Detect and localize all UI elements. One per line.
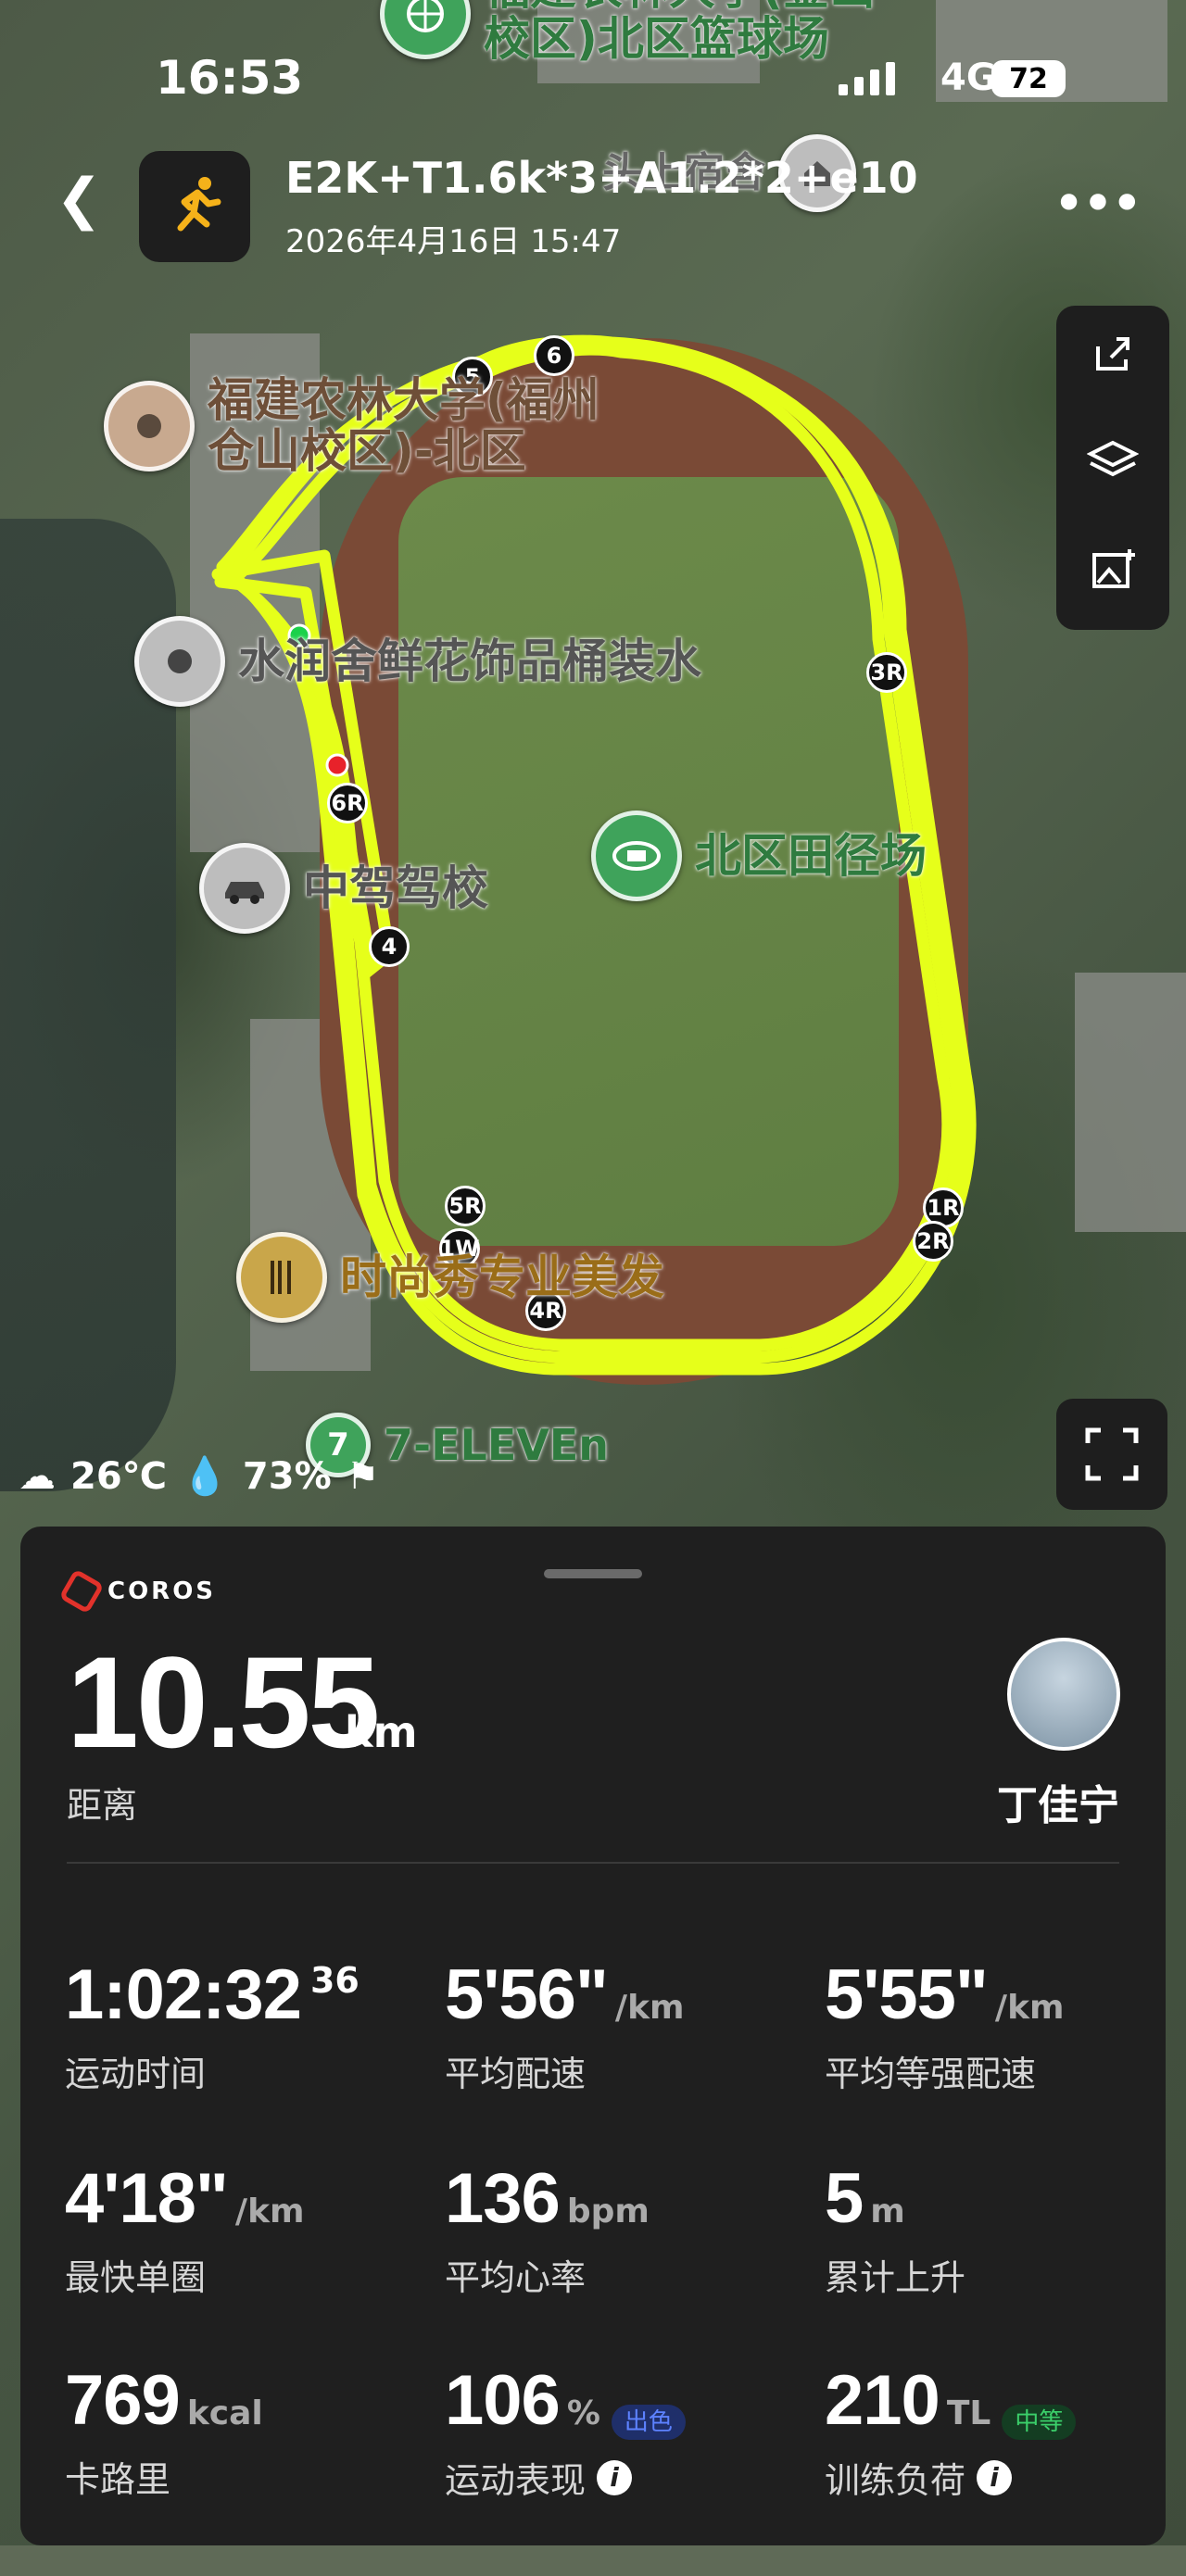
coros-logo-icon xyxy=(58,1568,105,1615)
distance-value: 10.55 xyxy=(67,1629,380,1775)
activity-header: ❮ E2K+T1.6k*3+A1.2*2+e10 2026年4月16日 15:4… xyxy=(0,144,1186,264)
avatar[interactable] xyxy=(1007,1638,1120,1751)
stat-label: 平均心率 xyxy=(445,2257,587,2298)
stat-value: 210 xyxy=(825,2361,940,2440)
poi-campus-north[interactable]: 福建农林大学(福州 仓山校区)-北区 xyxy=(104,375,599,477)
stat-label: 累计上升 xyxy=(825,2257,966,2298)
poi-water-store[interactable]: 水润舍鲜花饰品桶装水 xyxy=(134,616,701,707)
running-icon xyxy=(139,151,250,262)
stat-value: 106 xyxy=(445,2361,561,2440)
stat-label: 平均配速 xyxy=(445,2054,587,2094)
stat-fastest-lap: 4'18"/km 最快单圈 xyxy=(65,2164,305,2300)
map-peek xyxy=(0,2545,1186,2576)
add-photo-icon[interactable] xyxy=(1056,546,1169,606)
poi-hair-salon[interactable]: 时尚秀专业美发 xyxy=(236,1232,664,1323)
activity-summary-panel: COROS 10.55 km 距离 丁佳宁 1:02:32 36 运动时间 5'5… xyxy=(20,1527,1166,2545)
stat-avg-heart-rate: 136 bpm 平均心率 xyxy=(445,2164,650,2300)
poi-driving-school[interactable]: 中驾驾校 xyxy=(199,843,488,934)
stat-unit: % xyxy=(566,2394,600,2432)
stat-label: 运动表现 xyxy=(445,2460,587,2501)
info-icon[interactable]: i xyxy=(977,2459,1013,2495)
stat-elevation-gain: 5m 累计上升 xyxy=(825,2164,965,2300)
stat-value: 769 xyxy=(65,2361,181,2440)
stat-avg-grade-pace: 5'55"/km 平均等强配速 xyxy=(825,1960,1065,2096)
location-icon xyxy=(134,616,225,707)
temperature: 26℃ xyxy=(70,1454,168,1498)
battery-indicator: 72 xyxy=(991,60,1066,97)
poi-label: 7-ELEVEn xyxy=(384,1419,610,1470)
stat-value: 4'18" xyxy=(65,2159,229,2238)
share-icon[interactable] xyxy=(1056,330,1169,390)
stat-unit: m xyxy=(870,2193,905,2230)
stat-unit: /km xyxy=(614,1989,685,2027)
lap-marker[interactable]: 6 xyxy=(534,335,574,376)
network-type: 4G xyxy=(940,57,997,99)
lap-marker[interactable]: 6R xyxy=(327,783,368,823)
poi-stadium[interactable]: 北区田径场 xyxy=(591,810,927,901)
stat-unit: /km xyxy=(234,2193,305,2230)
layers-icon[interactable] xyxy=(1056,437,1169,497)
weather-info: ☁ 26℃ 💧 73% ⚑ xyxy=(19,1454,380,1499)
stat-value: 5'56" xyxy=(445,1955,609,2034)
car-icon xyxy=(199,843,290,934)
poi-label: 时尚秀专业美发 xyxy=(340,1250,664,1304)
stat-calories: 769 kcal 卡路里 xyxy=(65,2366,263,2502)
status-badge: 出色 xyxy=(611,2405,686,2440)
user-name: 丁佳宁 xyxy=(997,1782,1119,1829)
cloud-icon: ☁ xyxy=(19,1454,56,1498)
stat-value: 1:02:32 xyxy=(65,1955,302,2034)
divider xyxy=(67,1862,1119,1864)
stat-unit: bpm xyxy=(566,2193,650,2230)
more-options-button[interactable]: ••• xyxy=(1053,171,1143,236)
stat-label: 最快单圈 xyxy=(65,2257,207,2298)
wind-icon: ⚑ xyxy=(346,1454,380,1498)
back-button[interactable]: ❮ xyxy=(56,171,102,227)
stat-unit: kcal xyxy=(186,2394,263,2432)
humidity: 73% xyxy=(242,1454,332,1498)
poi-label: 中驾驾校 xyxy=(303,861,488,915)
stat-duration: 1:02:32 36 运动时间 xyxy=(65,1960,360,2096)
stat-sup: 36 xyxy=(309,1960,360,2001)
fullscreen-button[interactable] xyxy=(1056,1399,1167,1510)
stat-performance: 106% 出色 运动表现 i xyxy=(445,2366,686,2503)
stat-unit: /km xyxy=(994,1989,1065,2027)
poi-label: 水润舍鲜花饰品桶装水 xyxy=(238,634,701,688)
stat-label: 训练负荷 xyxy=(825,2460,966,2501)
stat-value: 136 xyxy=(445,2159,561,2238)
poi-label: 北区田径场 xyxy=(695,828,927,883)
location-icon xyxy=(104,381,195,471)
brand-logo: COROS xyxy=(58,1568,217,1615)
stat-unit: TL xyxy=(946,2394,991,2432)
status-time: 16:53 xyxy=(156,51,304,105)
stat-label: 平均等强配速 xyxy=(825,2054,1037,2094)
stat-label: 运动时间 xyxy=(65,2054,207,2094)
lap-marker[interactable]: 2R xyxy=(913,1221,953,1262)
stat-training-load: 210 TL 中等 训练负荷 i xyxy=(825,2366,1077,2503)
barber-icon xyxy=(236,1232,327,1323)
activity-title: E2K+T1.6k*3+A1.2*2+e10 xyxy=(285,153,918,203)
brand-name: COROS xyxy=(107,1577,217,1605)
stat-avg-pace: 5'56"/km 平均配速 xyxy=(445,1960,685,2096)
stat-label: 卡路里 xyxy=(65,2459,171,2500)
poi-label: 福建农林大学(福州 仓山校区)-北区 xyxy=(208,373,599,478)
lap-marker[interactable]: 5R xyxy=(445,1186,486,1226)
lap-marker[interactable]: 3R xyxy=(866,652,907,693)
stadium-icon xyxy=(591,810,682,901)
distance-unit: km xyxy=(345,1707,418,1757)
humidity-icon: 💧 xyxy=(182,1455,228,1498)
distance-label: 距离 xyxy=(67,1785,138,1826)
activity-datetime: 2026年4月16日 15:47 xyxy=(285,223,622,260)
status-bar: 16:53 4G 72 xyxy=(0,51,1186,125)
status-badge: 中等 xyxy=(1002,2405,1077,2440)
signal-icon xyxy=(839,62,895,95)
stat-value: 5'55" xyxy=(825,1955,989,2034)
stat-value: 5 xyxy=(825,2159,864,2238)
drag-handle[interactable] xyxy=(544,1569,642,1578)
info-icon[interactable]: i xyxy=(597,2459,633,2495)
map-toolbar xyxy=(1056,306,1169,630)
